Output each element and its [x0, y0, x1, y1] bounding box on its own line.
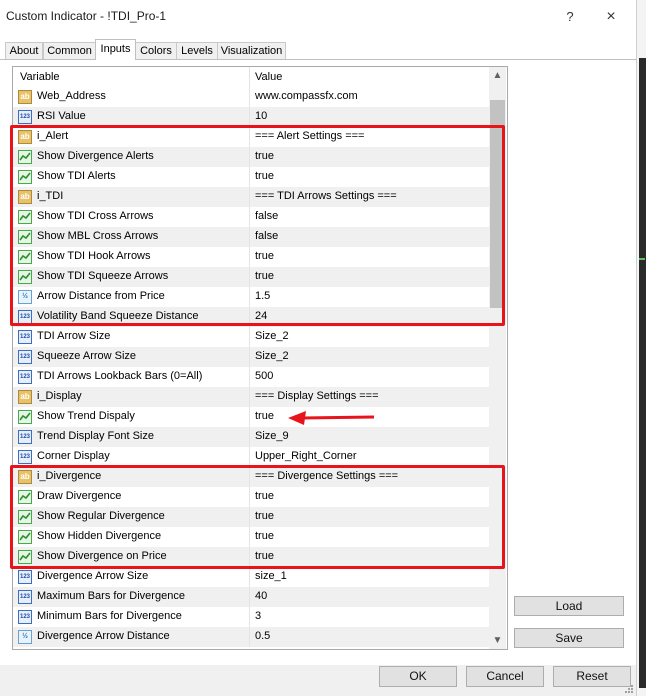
ok-button[interactable]: OK — [379, 666, 457, 687]
variable-name: i_Display — [37, 390, 82, 402]
variable-value[interactable]: true — [255, 410, 274, 422]
red-pointer-arrow-icon — [288, 411, 374, 425]
tab-common[interactable]: Common — [43, 42, 96, 59]
integer-type-icon: 123 — [18, 330, 32, 344]
variable-value[interactable]: 0.5 — [255, 630, 270, 642]
integer-type-icon: 123 — [18, 570, 32, 584]
header-variable[interactable]: Variable — [20, 71, 60, 83]
column-separator — [249, 407, 250, 427]
list-header: Variable Value — [13, 67, 489, 87]
table-row[interactable]: Show Trend Dispaly true — [13, 407, 489, 427]
boolean-icon — [18, 410, 32, 424]
column-separator — [249, 327, 250, 347]
variable-value[interactable]: === Display Settings === — [255, 390, 379, 402]
table-row[interactable]: 123 TDI Arrow Size Size_2 — [13, 327, 489, 347]
background-chart-area — [639, 58, 646, 688]
table-row[interactable]: 123 TDI Arrows Lookback Bars (0=All) 500 — [13, 367, 489, 387]
variable-name: Web_Address — [37, 90, 106, 102]
column-separator — [249, 367, 250, 387]
tab-about[interactable]: About — [5, 42, 43, 59]
help-button[interactable]: ? — [560, 6, 580, 28]
close-button[interactable]: × — [600, 6, 622, 28]
variable-name: TDI Arrow Size — [37, 330, 111, 342]
integer-type-icon: 123 — [18, 370, 32, 384]
variable-value[interactable]: size_1 — [255, 570, 287, 582]
save-button[interactable]: Save — [514, 628, 624, 648]
table-row[interactable]: ½ Divergence Arrow Distance 0.5 — [13, 627, 489, 647]
load-button[interactable]: Load — [514, 596, 624, 616]
integer-type-icon: 123 — [18, 430, 32, 444]
variable-name: Divergence Arrow Distance — [37, 630, 170, 642]
variable-value[interactable]: 500 — [255, 370, 273, 382]
variable-value[interactable]: 10 — [255, 110, 267, 122]
variable-value[interactable]: 3 — [255, 610, 261, 622]
table-row[interactable]: 123 Maximum Bars for Divergence 40 — [13, 587, 489, 607]
divergence-highlight-box — [10, 465, 505, 569]
title-bar: Custom Indicator - !TDI_Pro-1 ? × — [0, 0, 636, 36]
alert-tdi-highlight-box — [10, 125, 505, 326]
variable-name: Trend Display Font Size — [37, 430, 154, 442]
resize-grip-icon[interactable] — [624, 684, 634, 694]
table-row[interactable]: 123 RSI Value 10 — [13, 107, 489, 127]
variable-name: TDI Arrows Lookback Bars (0=All) — [37, 370, 203, 382]
header-value[interactable]: Value — [255, 71, 282, 83]
variable-name: Corner Display — [37, 450, 110, 462]
variable-name: Maximum Bars for Divergence — [37, 590, 185, 602]
tab-inputs[interactable]: Inputs — [95, 39, 136, 60]
integer-type-icon: 123 — [18, 610, 32, 624]
string-type-icon: ab — [18, 390, 32, 404]
background-chart-mark — [639, 258, 645, 260]
tab-colors[interactable]: Colors — [135, 42, 177, 59]
column-separator — [249, 427, 250, 447]
column-separator — [249, 587, 250, 607]
variable-value[interactable]: www.compassfx.com — [255, 90, 358, 102]
dialog-footer: OK Cancel Reset — [0, 665, 636, 696]
table-row[interactable]: 123 Corner Display Upper_Right_Corner — [13, 447, 489, 467]
variable-name: Show Trend Dispaly — [37, 410, 135, 422]
tab-levels[interactable]: Levels — [176, 42, 218, 59]
header-separator — [249, 67, 250, 87]
column-separator — [249, 567, 250, 587]
variable-name: Minimum Bars for Divergence — [37, 610, 182, 622]
variable-value[interactable]: Size_2 — [255, 350, 289, 362]
double-type-icon: ½ — [18, 630, 32, 644]
tab-visualization[interactable]: Visualization — [217, 42, 286, 59]
table-row[interactable]: ab Web_Address www.compassfx.com — [13, 87, 489, 107]
integer-type-icon: 123 — [18, 590, 32, 604]
variable-value[interactable]: 40 — [255, 590, 267, 602]
table-row[interactable]: 123 Divergence Arrow Size size_1 — [13, 567, 489, 587]
table-row[interactable]: 123 Squeeze Arrow Size Size_2 — [13, 347, 489, 367]
tab-bar: About Common Inputs Colors Levels Visual… — [0, 39, 636, 60]
column-separator — [249, 607, 250, 627]
table-row[interactable]: 123 Minimum Bars for Divergence 3 — [13, 607, 489, 627]
table-row[interactable]: 123 Trend Display Font Size Size_9 — [13, 427, 489, 447]
column-separator — [249, 87, 250, 107]
variable-value[interactable]: Size_2 — [255, 330, 289, 342]
integer-type-icon: 123 — [18, 450, 32, 464]
background-window-strip — [636, 0, 646, 696]
column-separator — [249, 387, 250, 407]
cancel-button[interactable]: Cancel — [466, 666, 544, 687]
window-title: Custom Indicator - !TDI_Pro-1 — [6, 9, 167, 23]
variable-name: Divergence Arrow Size — [37, 570, 149, 582]
scroll-down-icon[interactable]: ▼ — [489, 632, 506, 649]
variable-value[interactable]: Upper_Right_Corner — [255, 450, 357, 462]
reset-button[interactable]: Reset — [553, 666, 631, 687]
column-separator — [249, 627, 250, 647]
variable-value[interactable]: Size_9 — [255, 430, 289, 442]
integer-type-icon: 123 — [18, 110, 32, 124]
column-separator — [249, 107, 250, 127]
variable-name: Squeeze Arrow Size — [37, 350, 137, 362]
variable-name: RSI Value — [37, 110, 86, 122]
integer-type-icon: 123 — [18, 350, 32, 364]
column-separator — [249, 447, 250, 467]
column-separator — [249, 347, 250, 367]
string-type-icon: ab — [18, 90, 32, 104]
scroll-up-icon[interactable]: ▲ — [489, 67, 506, 84]
table-row[interactable]: ab i_Display === Display Settings === — [13, 387, 489, 407]
